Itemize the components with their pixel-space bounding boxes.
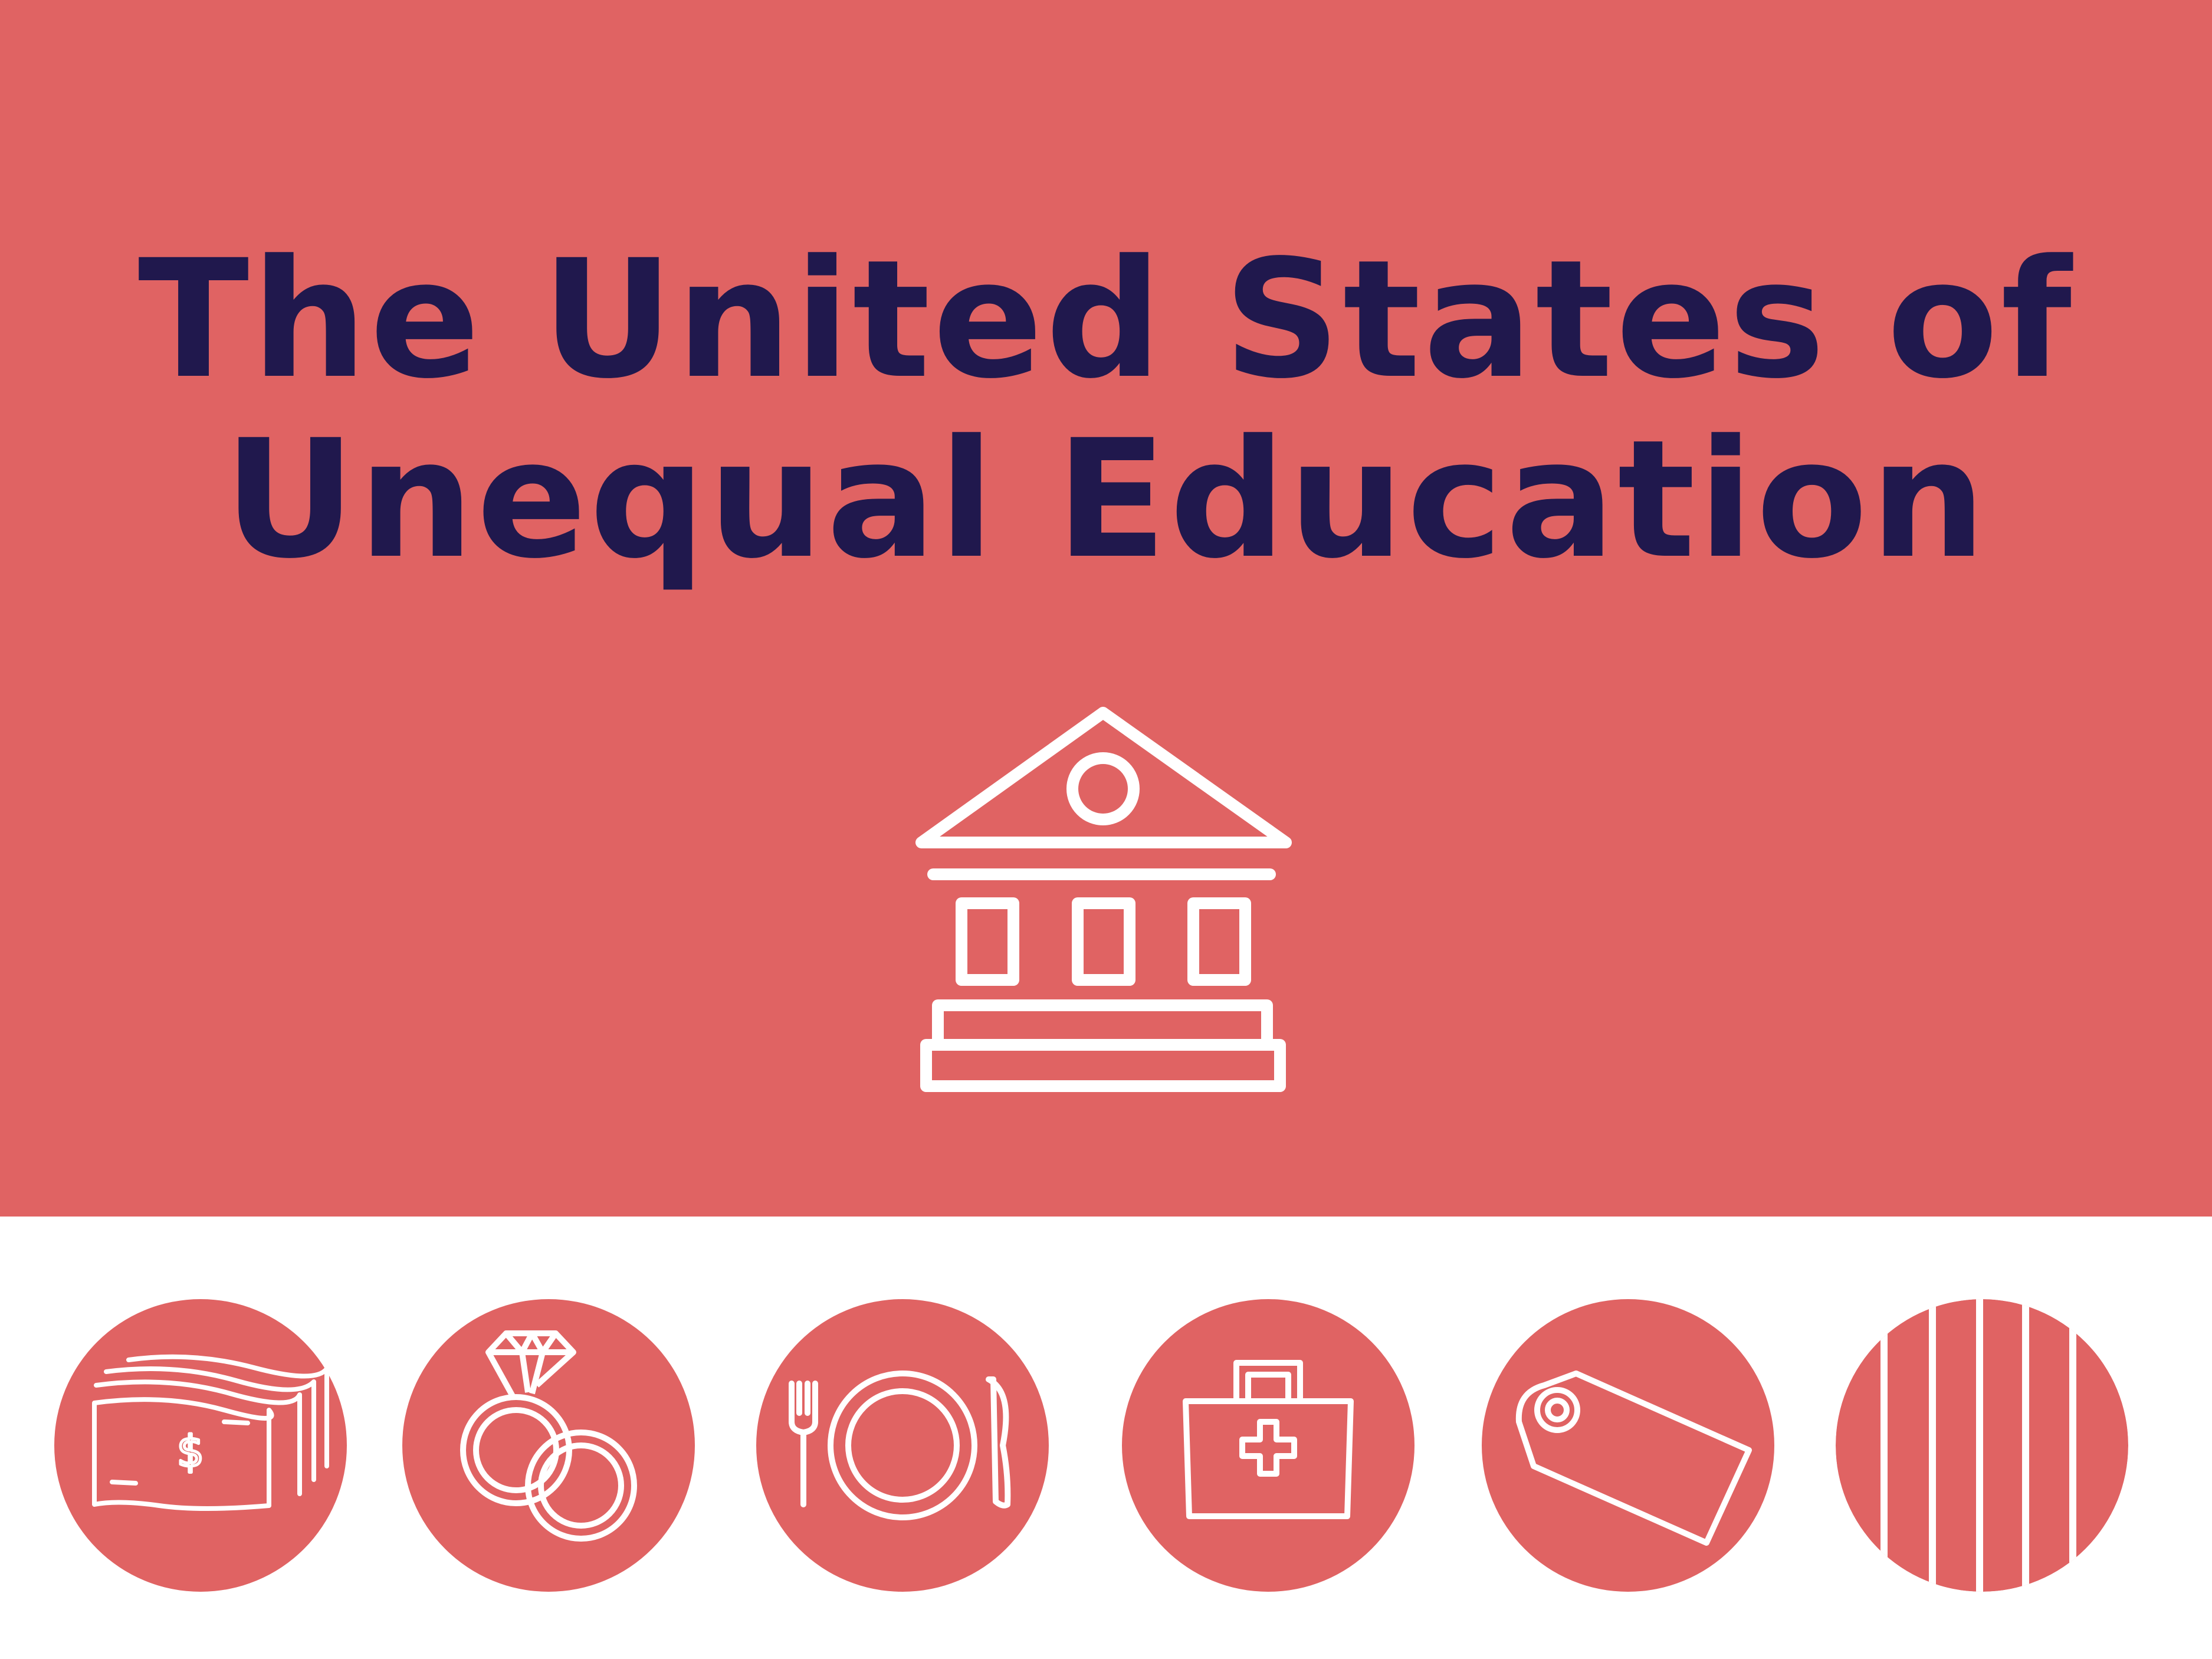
- page-title: The United States of Unequal Education: [0, 230, 2212, 590]
- school-building-icon: [915, 707, 1292, 1092]
- prison-bars-icon: [1836, 1299, 2128, 1592]
- hero-banner: The United States of Unequal Education: [0, 0, 2212, 1217]
- price-tag-icon: [1482, 1299, 1774, 1592]
- svg-text:$: $: [177, 1427, 204, 1476]
- wedding-rings-icon: [402, 1299, 695, 1592]
- money-icon: $: [54, 1299, 347, 1592]
- first-aid-kit-icon: [1122, 1299, 1415, 1592]
- title-line-2: Unequal Education: [224, 405, 1988, 595]
- plate-fork-knife-icon: [756, 1299, 1049, 1592]
- topic-icon-row: $: [0, 1298, 2212, 1593]
- title-line-1: The United States of: [137, 225, 2075, 415]
